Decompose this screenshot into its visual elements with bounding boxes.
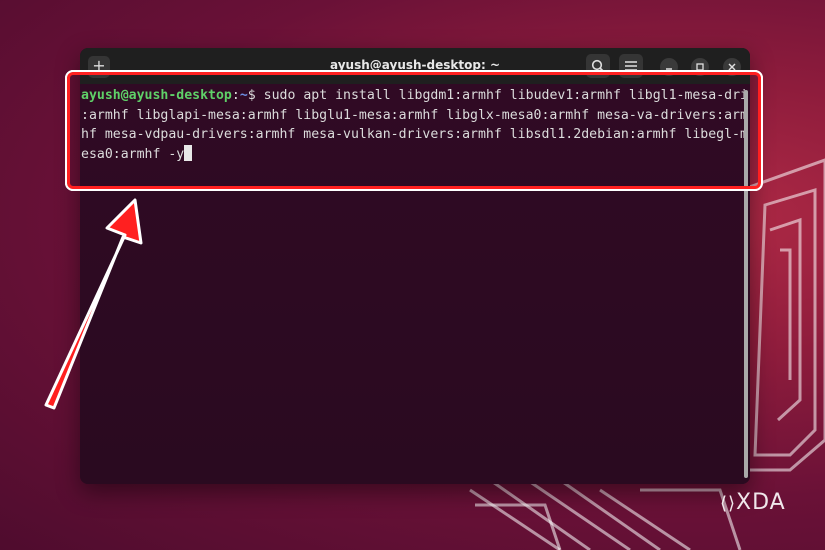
menu-icon: [625, 61, 637, 71]
search-icon: [591, 59, 605, 73]
command-line-2: :armhf libglapi-mesa:armhf libglu1-mesa:…: [81, 107, 748, 123]
command-line-1: sudo apt install libgdm1:armhf libudev1:…: [263, 88, 748, 103]
prompt-path: ~: [239, 88, 248, 103]
terminal-output[interactable]: ayush@ayush-desktop:~$ sudo apt install …: [81, 86, 748, 164]
prompt-symbol: $: [247, 88, 264, 103]
minimize-icon: [666, 68, 672, 70]
close-button[interactable]: [723, 58, 741, 76]
prompt-user: ayush@ayush-desktop: [81, 88, 232, 103]
xda-text: XDA: [736, 490, 786, 515]
search-button[interactable]: [586, 54, 610, 78]
text-cursor: [184, 144, 193, 161]
xda-watermark: ⟨⟩XDA: [720, 490, 786, 515]
prompt-separator: :: [231, 88, 240, 103]
scrollbar[interactable]: [744, 90, 748, 478]
maximize-button[interactable]: [691, 58, 709, 76]
window-title: ayush@ayush-desktop: ~: [330, 58, 500, 72]
title-bar[interactable]: + ayush@ayush-desktop: ~: [80, 48, 750, 84]
command-line-4: esa0:armhf -y: [81, 146, 185, 162]
xda-mark-icon: ⟨⟩: [720, 493, 737, 514]
menu-button[interactable]: [619, 54, 643, 78]
close-icon: [728, 63, 736, 71]
maximize-icon: [696, 63, 704, 71]
command-line-3: hf mesa-vdpau-drivers:armhf mesa-vulkan-…: [81, 127, 748, 142]
minimize-button[interactable]: [660, 58, 678, 76]
